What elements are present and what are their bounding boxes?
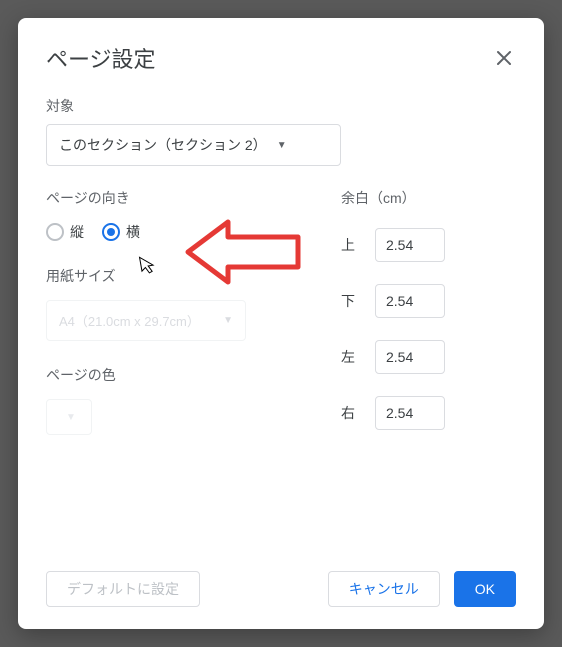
dialog-title: ページ設定 — [46, 42, 492, 74]
margin-right-label: 右 — [341, 403, 375, 423]
margins-column: 余白（cm） 上 下 左 右 — [341, 188, 516, 452]
close-icon — [492, 46, 516, 70]
orientation-landscape-label: 横 — [126, 222, 140, 242]
ok-button[interactable]: OK — [454, 571, 516, 607]
caret-down-icon: ▼ — [223, 315, 233, 326]
title-row: ページ設定 — [46, 42, 516, 74]
paper-size-value: A4（21.0cm x 29.7cm） — [59, 311, 200, 330]
page-color-label: ページの色 — [46, 365, 341, 385]
apply-to-select[interactable]: このセクション（セクション 2） ▼ — [46, 124, 341, 166]
apply-to-value: このセクション（セクション 2） — [59, 135, 267, 155]
margin-top-input[interactable] — [375, 228, 445, 262]
margin-bottom-input[interactable] — [375, 284, 445, 318]
left-column: ページの向き 縦 横 用紙サイズ A4（21.0cm x 29.7cm） ▼ ペ… — [46, 188, 341, 452]
page-setup-dialog: ページ設定 対象 このセクション（セクション 2） ▼ ページの向き 縦 横 — [18, 18, 544, 629]
margin-left-label: 左 — [341, 347, 375, 367]
page-color-select[interactable]: ▼ — [46, 399, 92, 435]
set-default-button[interactable]: デフォルトに設定 — [46, 571, 200, 607]
margin-bottom-label: 下 — [341, 291, 375, 311]
margin-right-input[interactable] — [375, 396, 445, 430]
orientation-portrait-radio[interactable]: 縦 — [46, 222, 84, 242]
orientation-portrait-label: 縦 — [70, 222, 84, 242]
caret-down-icon: ▼ — [277, 140, 287, 151]
cancel-label: キャンセル — [349, 579, 419, 599]
apply-to-label: 対象 — [46, 96, 516, 116]
margin-top-label: 上 — [341, 235, 375, 255]
orientation-label: ページの向き — [46, 188, 341, 208]
margin-left-input[interactable] — [375, 340, 445, 374]
close-button[interactable] — [492, 46, 516, 70]
paper-size-label: 用紙サイズ — [46, 266, 341, 286]
radio-icon — [102, 223, 120, 241]
dialog-footer: デフォルトに設定 キャンセル OK — [46, 571, 516, 607]
set-default-label: デフォルトに設定 — [67, 579, 179, 599]
cancel-button[interactable]: キャンセル — [328, 571, 440, 607]
caret-down-icon: ▼ — [66, 412, 76, 423]
ok-label: OK — [475, 581, 495, 597]
orientation-landscape-radio[interactable]: 横 — [102, 222, 140, 242]
radio-icon — [46, 223, 64, 241]
paper-size-select[interactable]: A4（21.0cm x 29.7cm） ▼ — [46, 300, 246, 341]
margins-label: 余白（cm） — [341, 188, 516, 208]
